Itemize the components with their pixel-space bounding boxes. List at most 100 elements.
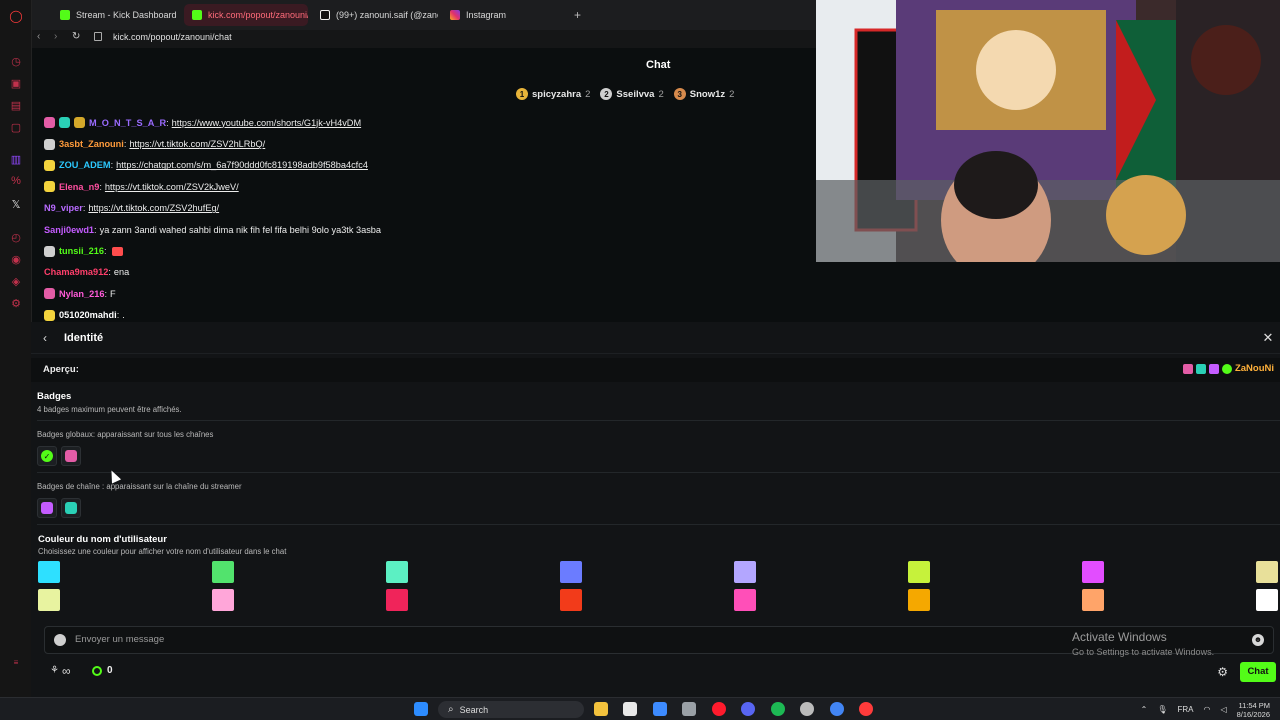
message-username[interactable]: Chama9ma912 — [44, 267, 108, 277]
channel-badge-2[interactable] — [61, 498, 81, 518]
message-username[interactable]: M_O_N_T_S_A_R — [89, 118, 166, 128]
extensions-icon[interactable]: ≡ — [9, 655, 23, 669]
start-icon[interactable] — [414, 702, 428, 716]
chat-send-button[interactable]: Chat — [1240, 662, 1276, 682]
color-swatch[interactable] — [212, 589, 234, 611]
calculator-icon[interactable] — [682, 702, 696, 716]
webcam-scene — [816, 0, 1280, 262]
gifter-name: Sseilvva — [616, 88, 655, 100]
color-swatch[interactable] — [560, 589, 582, 611]
spotify-icon[interactable] — [771, 702, 785, 716]
chat-messages: M_O_N_T_S_A_R: https://www.youtube.com/sh… — [44, 112, 804, 326]
color-swatch[interactable] — [908, 561, 930, 583]
discord-icon[interactable] — [741, 702, 755, 716]
color-swatch[interactable] — [1256, 589, 1278, 611]
history-icon[interactable]: ◷ — [9, 54, 23, 68]
new-tab-button[interactable]: + — [566, 4, 586, 26]
message-link[interactable]: https://www.youtube.com/shorts/G1jk-vH4v… — [172, 118, 361, 128]
back-nav-icon[interactable]: ‹ — [37, 31, 40, 42]
message-username[interactable]: tunsii_216 — [59, 246, 104, 256]
taskbar-search[interactable]: ⌕ Search — [438, 701, 584, 718]
message-username[interactable]: N9_viper — [44, 203, 83, 213]
chrome-icon[interactable] — [830, 702, 844, 716]
message-link[interactable]: https://chatgpt.com/s/m_6a7f90ddd0fc8191… — [116, 160, 368, 170]
taskbar-language[interactable]: FRA — [1177, 705, 1193, 714]
color-swatch[interactable] — [908, 589, 930, 611]
mic-icon[interactable]: 🎙 — [1157, 705, 1167, 714]
preview-badge-icon — [1208, 363, 1219, 374]
shield-icon — [54, 634, 66, 646]
tab-kick-dashboard[interactable]: Stream - Kick Dashboard — [52, 4, 180, 26]
message-link[interactable]: https://vt.tiktok.com/ZSV2hLRbQ/ — [129, 139, 265, 149]
gift-icon[interactable]: ⚘ — [50, 665, 59, 676]
chat-message: Chama9ma912: ena — [44, 262, 804, 283]
tiktok-icon — [320, 10, 330, 20]
back-icon[interactable]: ‹ — [43, 331, 57, 345]
color-swatch[interactable] — [212, 561, 234, 583]
forward-nav-icon[interactable]: › — [54, 31, 57, 42]
twitch-icon[interactable]: ▥ — [9, 152, 23, 166]
gifter-item[interactable]: 1 spicyzahra 2 — [516, 86, 590, 102]
volume-icon[interactable]: ◁ — [1220, 705, 1226, 714]
opera-icon[interactable] — [712, 702, 726, 716]
shield-icon[interactable]: ◈ — [9, 274, 23, 288]
taskbar-clock[interactable]: 11:54 PM 8/16/2026 — [1237, 701, 1270, 719]
video-icon[interactable]: ▢ — [9, 120, 23, 134]
url-field[interactable]: kick.com/popout/zanouni/chat — [113, 32, 232, 42]
message-link[interactable]: https://vt.tiktok.com/ZSV2hufEg/ — [88, 203, 219, 213]
channel-badge-1[interactable] — [37, 498, 57, 518]
message-username[interactable]: 3asbt_Zanouni — [59, 139, 124, 149]
app-icon[interactable] — [800, 702, 814, 716]
opera-logo-icon[interactable]: ◯ — [9, 9, 23, 23]
settings-icon[interactable]: ⚙ — [9, 296, 23, 310]
close-icon[interactable]: ✕ — [1260, 330, 1276, 346]
gifter-item[interactable]: 2 Sseilvva 2 — [600, 86, 664, 102]
chat-message: M_O_N_T_S_A_R: https://www.youtube.com/sh… — [44, 112, 804, 133]
message-username[interactable]: Elena_n9 — [59, 182, 99, 192]
message-username[interactable]: Nylan_216 — [59, 289, 104, 299]
windows-taskbar: ⌕ Search ⌃ 🎙 FRA ◠ ◁ 11:54 PM 8/16/2026 — [0, 697, 1280, 720]
copilot-icon[interactable] — [653, 702, 667, 716]
reload-icon[interactable]: ↻ — [72, 31, 80, 42]
file-explorer-icon[interactable] — [594, 702, 608, 716]
divider — [37, 420, 1280, 421]
tab-tiktok[interactable]: (99+) zanouni.saif (@zano — [312, 4, 438, 26]
color-swatch[interactable] — [734, 589, 756, 611]
gifter-rank-icon: 3 — [673, 88, 686, 100]
app-red-icon[interactable] — [859, 702, 873, 716]
color-swatch[interactable] — [1082, 589, 1104, 611]
chevron-up-icon[interactable]: ⌃ — [1141, 705, 1148, 714]
color-swatch[interactable] — [386, 561, 408, 583]
color-swatch[interactable] — [1256, 561, 1278, 583]
settings-icon[interactable]: ⚙ — [1217, 665, 1228, 679]
color-swatch[interactable] — [38, 561, 60, 583]
message-username[interactable]: ZOU_ADEM — [59, 160, 111, 170]
clock-icon[interactable]: ◴ — [9, 230, 23, 244]
pin-icon[interactable]: ◉ — [9, 252, 23, 266]
color-swatch[interactable] — [560, 561, 582, 583]
global-badge-og[interactable] — [61, 446, 81, 466]
color-swatch[interactable] — [734, 561, 756, 583]
bag-icon[interactable]: ▣ — [9, 76, 23, 90]
message-username[interactable]: Sanji0ewd1 — [44, 225, 94, 235]
chat-icon[interactable]: ▤ — [9, 98, 23, 112]
message-text: . — [122, 310, 125, 321]
system-tray: ⌃ 🎙 FRA ◠ ◁ 11:54 PM 8/16/2026 — [1141, 701, 1270, 719]
emoji-icon[interactable]: ☻ — [1252, 634, 1264, 646]
color-swatch[interactable] — [1082, 561, 1104, 583]
tab-kick-popout[interactable]: kick.com/popout/zanouni/ — [184, 4, 308, 26]
clock-time: 11:54 PM — [1238, 700, 1270, 710]
x-icon[interactable]: 𝕏 — [9, 197, 23, 211]
store-icon[interactable] — [623, 702, 637, 716]
gifter-item[interactable]: 3 Snow1z 2 — [673, 86, 734, 102]
color-swatch[interactable] — [386, 589, 408, 611]
chat-message: Sanji0ewd1: ya zann 3andi wahed sahbi dim… — [44, 219, 804, 240]
message-link[interactable]: https://vt.tiktok.com/ZSV2kJweV/ — [105, 182, 239, 192]
global-badge-verified[interactable]: ✓ — [37, 446, 57, 466]
percent-icon[interactable]: % — [9, 174, 23, 188]
message-username[interactable]: 051020mahdi — [59, 310, 117, 320]
points-icon[interactable] — [92, 666, 102, 676]
wifi-icon[interactable]: ◠ — [1203, 705, 1210, 714]
color-swatch[interactable] — [38, 589, 60, 611]
tab-instagram[interactable]: Instagram — [442, 4, 532, 26]
